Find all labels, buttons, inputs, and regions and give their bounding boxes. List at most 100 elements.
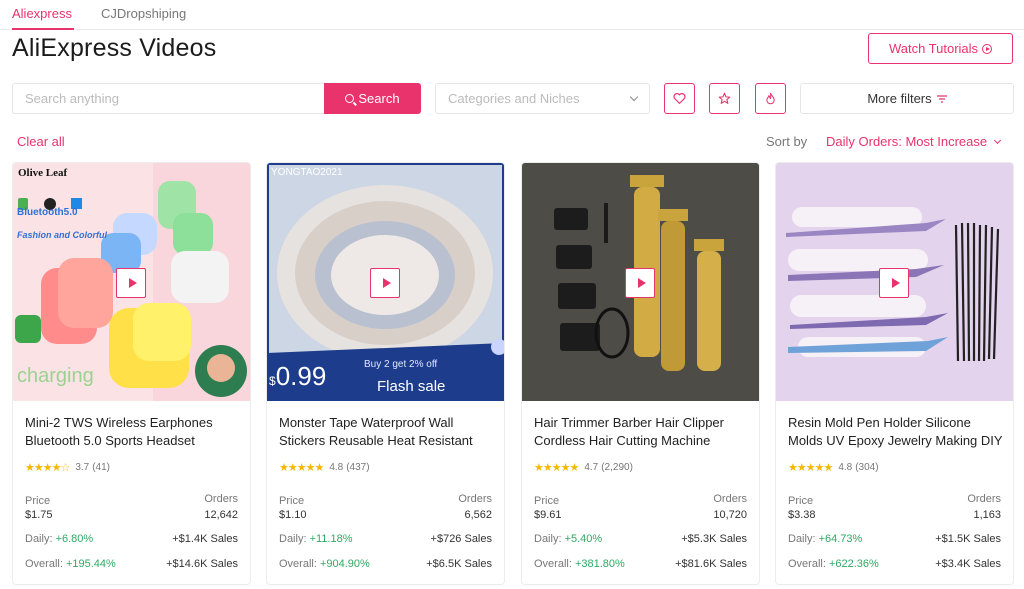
product-title[interactable]: Hair Trimmer Barber Hair Clipper Cordles… xyxy=(534,414,754,450)
daily-percent: +11.18% xyxy=(309,533,353,545)
review-count: (2,290) xyxy=(601,462,633,473)
price-value: $1.75 xyxy=(25,509,53,521)
rating-stars-icon: ★★★★★ xyxy=(534,462,579,474)
play-icon[interactable] xyxy=(625,268,655,298)
categories-placeholder: Categories and Niches xyxy=(448,91,580,106)
rating-stars-icon: ★★★★★ xyxy=(788,462,833,474)
price-label: Price xyxy=(279,495,305,507)
overall-percent: +195.44% xyxy=(65,558,116,570)
overall-percent: +622.36% xyxy=(828,558,879,570)
filter-lines-icon xyxy=(936,94,947,103)
overall-label: Overall: +622.36% xyxy=(788,558,879,570)
daily-sales: +$1.5K Sales xyxy=(935,533,1001,545)
overall-label: Overall: +381.80% xyxy=(534,558,625,570)
product-card[interactable]: Olive Leaf Bluetooth5.0 Fashion and Colo… xyxy=(12,162,251,585)
image-sale-text: Flash sale xyxy=(377,378,446,395)
product-rating: ★★★★★ 4.8 (304) xyxy=(788,461,879,474)
price-label: Price xyxy=(788,495,814,507)
product-rating: ★★★★☆ 3.7 (41) xyxy=(25,461,110,474)
price-value: $3.38 xyxy=(788,509,816,521)
rating-value: 4.8 xyxy=(329,462,344,473)
overall-percent: +904.90% xyxy=(319,558,370,570)
orders-value: 1,163 xyxy=(973,509,1001,521)
overall-percent: +381.80% xyxy=(574,558,625,570)
chevron-down-icon xyxy=(629,92,639,102)
categories-select[interactable]: Categories and Niches xyxy=(435,83,650,114)
image-charging-text: charging xyxy=(17,365,94,387)
tab-aliexpress[interactable]: Aliexpress xyxy=(12,6,72,21)
sort-label: Sort by xyxy=(766,134,808,149)
rating-stars-icon: ★★★★★ xyxy=(279,462,324,474)
daily-label: Daily: +5.40% xyxy=(534,533,603,545)
product-video-thumbnail[interactable] xyxy=(776,163,1013,401)
search-button-label: Search xyxy=(358,91,400,106)
product-title[interactable]: Mini-2 TWS Wireless Earphones Bluetooth … xyxy=(25,414,245,450)
overall-sales: +$6.5K Sales xyxy=(426,558,492,570)
daily-label: Daily: +6.80% xyxy=(25,533,94,545)
image-bt-text: Bluetooth5.0 xyxy=(17,207,78,218)
more-filters-label: More filters xyxy=(867,91,932,106)
image-promo-text: Buy 2 get 2% off xyxy=(364,359,438,370)
clear-all-link[interactable]: Clear all xyxy=(17,134,65,149)
daily-percent: +5.40% xyxy=(564,533,603,545)
review-count: (437) xyxy=(346,462,370,473)
daily-sales: +$1.4K Sales xyxy=(172,533,238,545)
star-icon xyxy=(718,92,731,104)
image-store-text: YONGTAO2021 xyxy=(271,167,343,178)
sort-select[interactable]: Daily Orders: Most Increase xyxy=(826,134,1002,149)
image-tagline-text: Fashion and Colorful xyxy=(17,230,107,240)
review-count: (304) xyxy=(855,462,879,473)
play-icon[interactable] xyxy=(879,268,909,298)
image-price-text: $0.99 xyxy=(269,361,327,391)
product-title[interactable]: Monster Tape Waterproof Wall Stickers Re… xyxy=(279,414,499,450)
rating-value: 3.7 xyxy=(75,462,90,473)
play-icon[interactable] xyxy=(116,268,146,298)
search-input[interactable] xyxy=(12,83,325,114)
daily-percent: +6.80% xyxy=(55,533,94,545)
product-video-thumbnail[interactable] xyxy=(522,163,759,401)
product-card[interactable]: YONGTAO2021 $0.99 Buy 2 get 2% off Flash… xyxy=(266,162,505,585)
orders-label: Orders xyxy=(204,493,238,505)
orders-label: Orders xyxy=(967,493,1001,505)
image-brand-text: Olive Leaf xyxy=(18,167,68,179)
tab-cjdropshiping[interactable]: CJDropshiping xyxy=(101,6,186,21)
price-value: $1.10 xyxy=(279,509,307,521)
overall-label: Overall: +904.90% xyxy=(279,558,370,570)
trending-filter-button[interactable] xyxy=(755,83,786,114)
overall-sales: +$81.6K Sales xyxy=(675,558,747,570)
product-title[interactable]: Resin Mold Pen Holder Silicone Molds UV … xyxy=(788,414,1008,450)
search-button[interactable]: Search xyxy=(324,83,421,114)
chevron-down-icon xyxy=(994,136,1002,144)
play-icon[interactable] xyxy=(370,268,400,298)
price-label: Price xyxy=(25,495,51,507)
rating-stars-icon: ★★★★☆ xyxy=(25,462,70,474)
product-video-thumbnail[interactable]: Olive Leaf Bluetooth5.0 Fashion and Colo… xyxy=(13,163,250,401)
sort-value: Daily Orders: Most Increase xyxy=(826,134,988,149)
daily-label: Daily: +64.73% xyxy=(788,533,863,545)
product-video-thumbnail[interactable]: YONGTAO2021 $0.99 Buy 2 get 2% off Flash… xyxy=(267,163,504,401)
price-value: $9.61 xyxy=(534,509,562,521)
play-circle-icon xyxy=(982,43,993,54)
fire-icon xyxy=(766,92,775,105)
active-tab-indicator xyxy=(12,28,74,30)
product-rating: ★★★★★ 4.8 (437) xyxy=(279,461,370,474)
favorites-filter-button[interactable] xyxy=(664,83,695,114)
rating-value: 4.7 xyxy=(584,462,599,473)
watch-tutorials-label: Watch Tutorials xyxy=(888,41,979,56)
product-rating: ★★★★★ 4.7 (2,290) xyxy=(534,461,633,474)
orders-label: Orders xyxy=(713,493,747,505)
overall-sales: +$14.6K Sales xyxy=(166,558,238,570)
daily-sales: +$726 Sales xyxy=(430,533,492,545)
watch-tutorials-button[interactable]: Watch Tutorials xyxy=(868,33,1013,64)
overall-label: Overall: +195.44% xyxy=(25,558,116,570)
product-card[interactable]: Resin Mold Pen Holder Silicone Molds UV … xyxy=(775,162,1014,585)
daily-percent: +64.73% xyxy=(818,533,863,545)
search-icon xyxy=(345,94,355,103)
starred-filter-button[interactable] xyxy=(709,83,740,114)
overall-sales: +$3.4K Sales xyxy=(935,558,1001,570)
daily-label: Daily: +11.18% xyxy=(279,533,353,545)
more-filters-button[interactable]: More filters xyxy=(800,83,1014,114)
product-card[interactable]: Hair Trimmer Barber Hair Clipper Cordles… xyxy=(521,162,760,585)
review-count: (41) xyxy=(92,462,111,473)
daily-sales: +$5.3K Sales xyxy=(681,533,747,545)
